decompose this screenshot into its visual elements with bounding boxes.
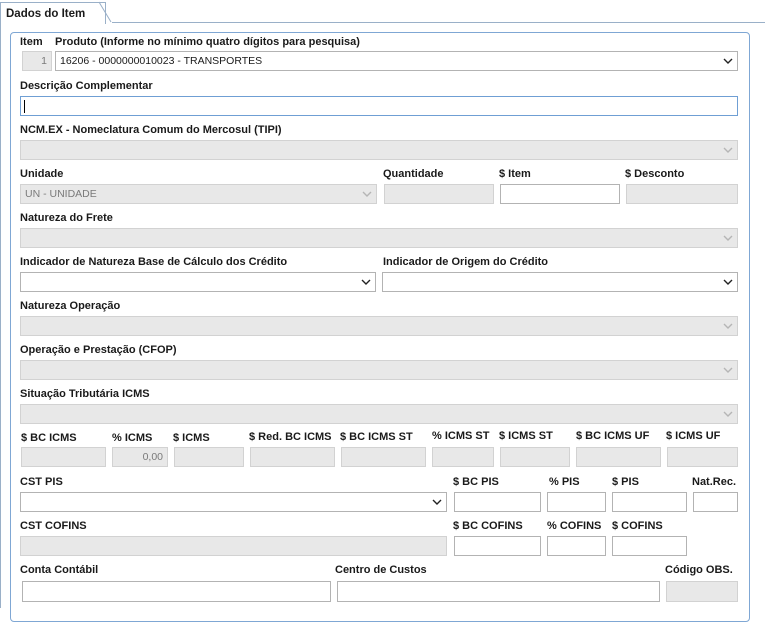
centro-custos-input[interactable] <box>337 581 660 602</box>
bc-pis-label: $ BC PIS <box>453 476 499 488</box>
ncm-select[interactable] <box>20 140 738 160</box>
tab-slant <box>99 1 112 23</box>
icms-label: $ ICMS <box>173 432 210 444</box>
valor-item-label: $ Item <box>499 168 531 180</box>
natureza-operacao-select[interactable] <box>20 316 738 336</box>
cfop-label: Operação e Prestação (CFOP) <box>20 344 177 356</box>
nat-rec-input[interactable] <box>693 492 738 512</box>
cofins-label: $ COFINS <box>612 520 663 532</box>
bc-icms-uf-field <box>576 447 661 467</box>
chevron-down-icon <box>723 147 733 153</box>
icms-st-field <box>500 447 570 467</box>
ind-origem-select[interactable] <box>382 272 738 292</box>
pct-icms-label: % ICMS <box>112 432 153 444</box>
tab-label: Dados do Item <box>6 8 86 20</box>
pct-icms-value: 0,00 <box>142 451 163 463</box>
cst-cofins-select[interactable] <box>20 536 447 556</box>
pct-cofins-label: % COFINS <box>547 520 602 532</box>
bc-cofins-label: $ BC COFINS <box>453 520 523 532</box>
pct-cofins-input[interactable] <box>547 536 606 556</box>
cfop-select[interactable] <box>20 360 738 380</box>
ind-natureza-bc-label: Indicador de Natureza Base de Cálculo do… <box>20 256 288 268</box>
natureza-frete-select[interactable] <box>20 228 738 248</box>
sit-icms-select[interactable] <box>20 404 738 424</box>
quantidade-label: Quantidade <box>383 168 444 180</box>
quantidade-field <box>384 184 494 204</box>
bc-icms-field <box>21 447 106 467</box>
natureza-frete-label: Natureza do Frete <box>20 212 113 224</box>
chevron-down-icon <box>723 411 733 417</box>
chevron-down-icon <box>361 279 371 285</box>
chevron-down-icon <box>723 58 733 64</box>
ind-natureza-bc-select[interactable] <box>20 272 376 292</box>
ncm-label: NCM.EX - Nomeclatura Comum do Mercosul (… <box>20 124 282 136</box>
bc-icms-st-field <box>341 447 426 467</box>
bc-cofins-input[interactable] <box>454 536 541 556</box>
natureza-operacao-label: Natureza Operação <box>20 300 121 312</box>
icms-st-label: $ ICMS ST <box>499 430 553 442</box>
pct-pis-label: % PIS <box>549 476 580 488</box>
tab-strip: Dados do Item <box>0 0 765 24</box>
pct-icms-st-field <box>432 447 494 467</box>
item-label: Item <box>20 36 43 48</box>
pct-icms-st-label: % ICMS ST <box>432 430 490 442</box>
cst-pis-label: CST PIS <box>20 476 63 488</box>
tab-dados-do-item[interactable]: Dados do Item <box>0 2 106 24</box>
unidade-select[interactable]: UN - UNIDADE <box>20 184 377 204</box>
bc-icms-label: $ BC ICMS <box>21 432 77 444</box>
red-bc-icms-label: $ Red. BC ICMS <box>249 431 332 443</box>
item-number-value: 1 <box>41 55 47 67</box>
bc-pis-input[interactable] <box>454 492 541 512</box>
conta-contabil-input[interactable] <box>22 581 331 602</box>
pct-icms-field: 0,00 <box>112 447 168 467</box>
icms-uf-field <box>667 447 738 467</box>
unidade-label: Unidade <box>20 168 64 180</box>
produto-value: 16206 - 0000000010023 - TRANSPORTES <box>60 55 263 67</box>
icms-uf-label: $ ICMS UF <box>666 430 721 442</box>
bc-icms-st-label: $ BC ICMS ST <box>340 431 413 443</box>
chevron-down-icon <box>723 323 733 329</box>
bc-icms-uf-label: $ BC ICMS UF <box>576 430 650 442</box>
desconto-field <box>626 184 738 204</box>
pct-pis-input[interactable] <box>547 492 606 512</box>
produto-select[interactable]: 16206 - 0000000010023 - TRANSPORTES <box>55 51 738 71</box>
item-number-field: 1 <box>22 51 52 71</box>
text-caret <box>24 100 25 113</box>
chevron-down-icon <box>362 191 372 197</box>
pis-input[interactable] <box>612 492 687 512</box>
icms-field <box>174 447 244 467</box>
nat-rec-label: Nat.Rec. <box>692 476 737 488</box>
ind-origem-label: Indicador de Origem do Crédito <box>383 256 549 268</box>
outer-left-border <box>0 24 1 608</box>
chevron-down-icon <box>432 499 442 505</box>
unidade-value: UN - UNIDADE <box>25 188 97 200</box>
chevron-down-icon <box>723 279 733 285</box>
conta-contabil-label: Conta Contábil <box>20 564 99 576</box>
codigo-obs-field <box>666 581 738 602</box>
red-bc-icms-field <box>250 447 335 467</box>
produto-label: Produto (Informe no mínimo quatro dígito… <box>55 36 360 48</box>
cofins-input[interactable] <box>612 536 687 556</box>
chevron-down-icon <box>723 367 733 373</box>
codigo-obs-label: Código OBS. <box>665 564 733 576</box>
centro-custos-label: Centro de Custos <box>335 564 427 576</box>
descricao-label: Descrição Complementar <box>20 80 153 92</box>
sit-icms-label: Situação Tributária ICMS <box>20 388 150 400</box>
descricao-input[interactable] <box>20 96 738 116</box>
cst-pis-select[interactable] <box>20 492 447 512</box>
valor-item-input[interactable] <box>500 184 620 204</box>
cst-cofins-label: CST COFINS <box>20 520 87 532</box>
chevron-down-icon <box>723 235 733 241</box>
tab-baseline <box>112 22 765 23</box>
desconto-label: $ Desconto <box>625 168 685 180</box>
pis-label: $ PIS <box>612 476 639 488</box>
